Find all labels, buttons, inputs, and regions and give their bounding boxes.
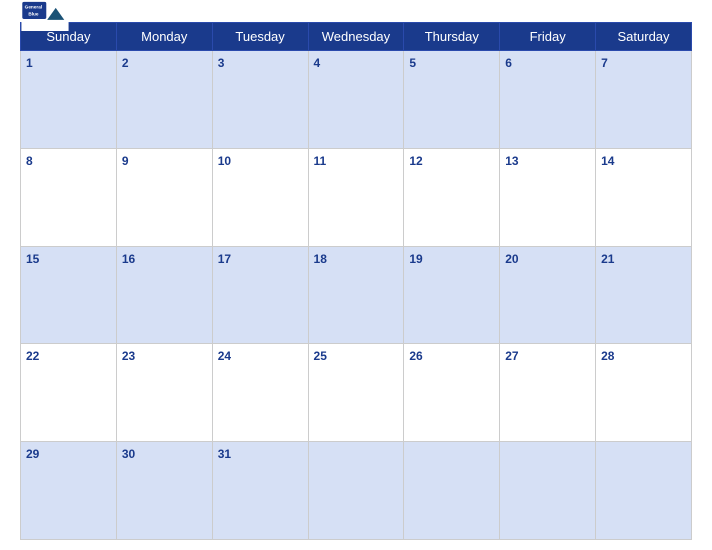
calendar-week-4: 22 23 24 25 26 27 28 — [21, 344, 692, 442]
calendar-day-5: 5 — [404, 51, 500, 149]
weekday-wednesday: Wednesday — [308, 23, 404, 51]
calendar-day-26: 26 — [404, 344, 500, 442]
weekday-thursday: Thursday — [404, 23, 500, 51]
day-number: 12 — [409, 154, 422, 168]
calendar-day-7: 7 — [596, 51, 692, 149]
calendar-day-empty — [500, 442, 596, 540]
calendar-week-1: 1 2 3 4 5 6 7 — [21, 51, 692, 149]
calendar-day-9: 9 — [116, 148, 212, 246]
calendar-day-13: 13 — [500, 148, 596, 246]
day-number: 21 — [601, 252, 614, 266]
day-number: 2 — [122, 56, 129, 70]
day-number: 11 — [314, 154, 327, 168]
calendar-day-14: 14 — [596, 148, 692, 246]
weekday-monday: Monday — [116, 23, 212, 51]
weekday-saturday: Saturday — [596, 23, 692, 51]
calendar-day-15: 15 — [21, 246, 117, 344]
calendar-day-12: 12 — [404, 148, 500, 246]
calendar-week-5: 29 30 31 — [21, 442, 692, 540]
day-number: 9 — [122, 154, 129, 168]
weekday-header-row: SundayMondayTuesdayWednesdayThursdayFrid… — [21, 23, 692, 51]
day-number: 7 — [601, 56, 608, 70]
calendar-day-30: 30 — [116, 442, 212, 540]
day-number: 22 — [26, 349, 39, 363]
weekday-friday: Friday — [500, 23, 596, 51]
logo: General Blue — [20, 1, 70, 31]
day-number: 8 — [26, 154, 33, 168]
day-number: 23 — [122, 349, 135, 363]
calendar-day-empty — [308, 442, 404, 540]
day-number: 3 — [218, 56, 225, 70]
calendar-day-18: 18 — [308, 246, 404, 344]
svg-text:General: General — [25, 5, 43, 10]
day-number: 6 — [505, 56, 512, 70]
calendar-day-6: 6 — [500, 51, 596, 149]
day-number: 27 — [505, 349, 518, 363]
calendar-day-23: 23 — [116, 344, 212, 442]
calendar-day-empty — [404, 442, 500, 540]
calendar-day-4: 4 — [308, 51, 404, 149]
day-number: 1 — [26, 56, 33, 70]
calendar-day-17: 17 — [212, 246, 308, 344]
day-number: 4 — [314, 56, 321, 70]
calendar-day-31: 31 — [212, 442, 308, 540]
calendar-day-20: 20 — [500, 246, 596, 344]
day-number: 31 — [218, 447, 231, 461]
day-number: 19 — [409, 252, 422, 266]
day-number: 14 — [601, 154, 614, 168]
day-number: 24 — [218, 349, 231, 363]
calendar-day-22: 22 — [21, 344, 117, 442]
calendar-day-25: 25 — [308, 344, 404, 442]
svg-text:Blue: Blue — [28, 12, 39, 17]
calendar-day-28: 28 — [596, 344, 692, 442]
day-number: 17 — [218, 252, 231, 266]
calendar-day-3: 3 — [212, 51, 308, 149]
day-number: 10 — [218, 154, 231, 168]
calendar-day-29: 29 — [21, 442, 117, 540]
calendar-day-19: 19 — [404, 246, 500, 344]
day-number: 20 — [505, 252, 518, 266]
calendar-week-3: 15 16 17 18 19 20 21 — [21, 246, 692, 344]
calendar-day-2: 2 — [116, 51, 212, 149]
calendar-day-10: 10 — [212, 148, 308, 246]
calendar-header: General Blue — [20, 10, 692, 16]
day-number: 26 — [409, 349, 422, 363]
day-number: 29 — [26, 447, 39, 461]
calendar-day-21: 21 — [596, 246, 692, 344]
calendar-day-empty — [596, 442, 692, 540]
calendar-week-2: 8 9 10 11 12 13 14 — [21, 148, 692, 246]
calendar-day-27: 27 — [500, 344, 596, 442]
day-number: 30 — [122, 447, 135, 461]
calendar-day-16: 16 — [116, 246, 212, 344]
day-number: 18 — [314, 252, 327, 266]
calendar-day-11: 11 — [308, 148, 404, 246]
weekday-tuesday: Tuesday — [212, 23, 308, 51]
calendar-day-8: 8 — [21, 148, 117, 246]
day-number: 16 — [122, 252, 135, 266]
calendar-day-1: 1 — [21, 51, 117, 149]
calendar-table: SundayMondayTuesdayWednesdayThursdayFrid… — [20, 22, 692, 540]
day-number: 25 — [314, 349, 327, 363]
day-number: 15 — [26, 252, 39, 266]
day-number: 5 — [409, 56, 416, 70]
calendar-day-24: 24 — [212, 344, 308, 442]
day-number: 13 — [505, 154, 518, 168]
day-number: 28 — [601, 349, 614, 363]
